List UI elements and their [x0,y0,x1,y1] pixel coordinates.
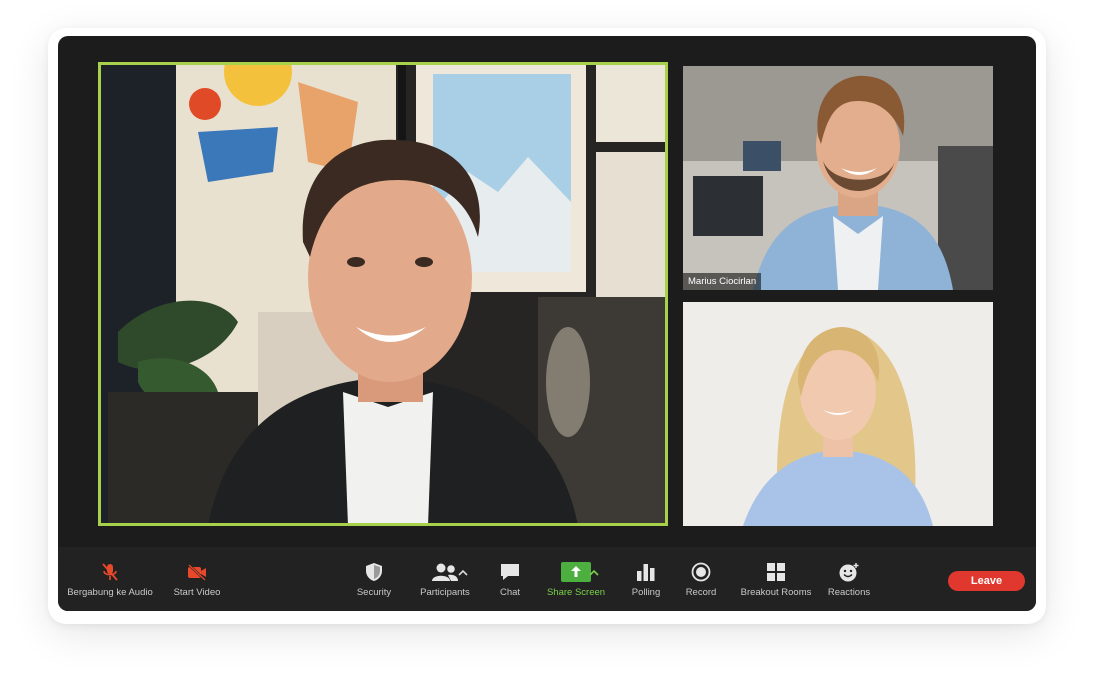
leave-meeting-button[interactable]: Leave [948,571,1025,591]
chat-button[interactable]: Chat [488,547,532,611]
breakout-rooms-label: Breakout Rooms [740,587,812,598]
record-icon [691,562,711,582]
participant-name-tag: Marius Ciocirlan [683,273,762,290]
security-label: Security [356,587,392,598]
share-screen-button[interactable]: Share Screen [540,547,612,611]
video-feed-participant-2 [683,302,993,526]
reactions-label: Reactions [827,587,871,598]
video-feed-main [98,62,668,526]
video-feed-participant-1 [683,66,993,290]
grid-icon [767,563,785,581]
participants-label: Participants [420,587,470,598]
chevron-up-icon [589,569,599,576]
security-button[interactable]: Security [346,547,402,611]
participants-options-caret[interactable] [456,565,470,579]
participants-button[interactable]: Participants [408,547,482,611]
meeting-toolbar: Bergabung ke Audio Start Video Security … [58,547,1036,611]
camera-off-icon [188,564,206,581]
chevron-up-icon [458,569,468,576]
video-tile-participant[interactable]: Marius Ciocirlan [683,66,993,290]
people-icon [432,563,458,581]
record-button[interactable]: Record [680,547,722,611]
record-label: Record [685,587,717,598]
microphone-muted-icon [102,563,118,581]
chat-bubble-icon [501,564,519,580]
polling-button[interactable]: Polling [624,547,668,611]
share-screen-label: Share Screen [546,587,606,598]
meeting-window: Marius Ciocirlan Bergabung ke Audio Star… [58,36,1036,611]
start-video-button[interactable]: Start Video [166,547,228,611]
breakout-rooms-button[interactable]: Breakout Rooms [738,547,814,611]
smiley-icon [839,563,859,582]
shield-icon [366,563,382,581]
start-video-label: Start Video [173,587,221,598]
chat-label: Chat [499,587,521,598]
polling-label: Polling [631,587,661,598]
join-audio-label: Bergabung ke Audio [67,587,153,598]
video-tile-participant[interactable] [683,302,993,526]
join-audio-button[interactable]: Bergabung ke Audio [66,547,154,611]
video-tile-active-speaker[interactable] [98,62,668,526]
share-options-caret[interactable] [587,565,601,579]
bar-chart-icon [637,564,655,581]
reactions-button[interactable]: Reactions [824,547,874,611]
